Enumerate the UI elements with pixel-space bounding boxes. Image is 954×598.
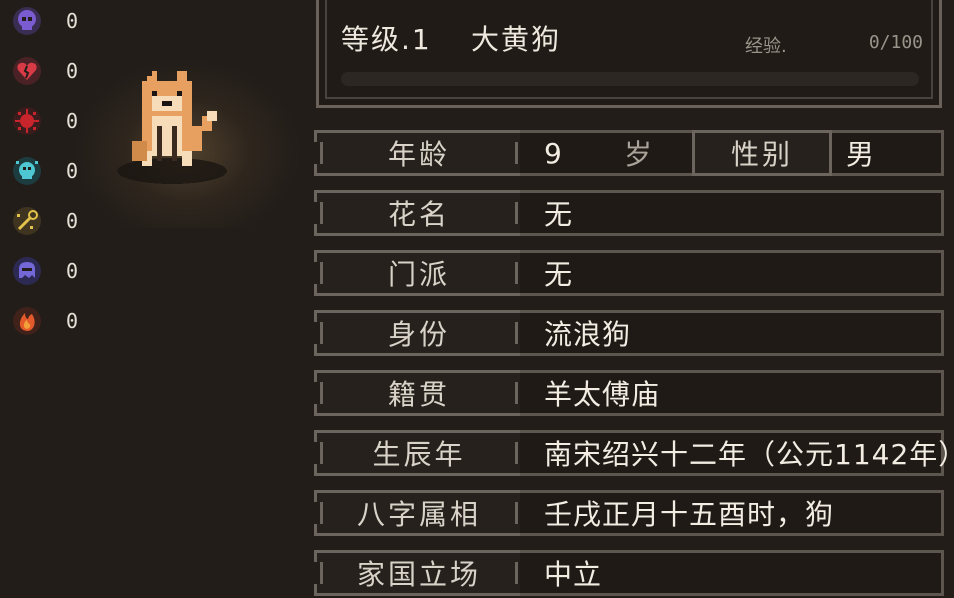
allegiance-label: 家国立场	[312, 550, 526, 596]
gender-label: 性别	[692, 130, 832, 176]
hometown-label: 籍贯	[312, 370, 526, 416]
gender-value: 男	[846, 138, 875, 171]
red-virus-icon	[10, 104, 44, 138]
status-effect-row[interactable]: 0	[10, 104, 78, 138]
sect-label: 门派	[312, 250, 526, 296]
sect-value: 无	[544, 258, 574, 291]
exp-label: 经验.	[745, 36, 787, 57]
yellow-needle-icon	[10, 204, 44, 238]
status-count: 0	[66, 309, 79, 333]
identity-label: 身份	[312, 310, 526, 356]
nickname-value: 无	[544, 198, 574, 231]
birth-year-value: 南宋绍兴十二年（公元1142年）	[544, 438, 954, 471]
cyan-skull-icon	[10, 154, 44, 188]
field-row-identity: 身份 流浪狗	[312, 310, 944, 358]
status-count: 0	[66, 9, 79, 33]
bazi-label: 八字属相	[312, 490, 526, 536]
dog-character-sprite[interactable]	[112, 66, 242, 190]
character-name: 大黄狗	[471, 23, 562, 56]
status-effect-row[interactable]: 0	[10, 304, 78, 338]
field-row-birth-year: 生辰年 南宋绍兴十二年（公元1142年）	[312, 430, 954, 478]
field-row-age-gender: 年龄 9 岁 性别 男	[312, 130, 944, 178]
field-row-hometown: 籍贯 羊太傅庙	[312, 370, 944, 418]
status-effect-row[interactable]: 0	[10, 204, 78, 238]
field-row-nickname: 花名 无	[312, 190, 944, 238]
broken-heart-icon	[10, 54, 44, 88]
field-row-bazi: 八字属相 壬戌正月十五酉时，狗	[312, 490, 944, 538]
identity-value: 流浪狗	[544, 318, 632, 351]
status-effect-row[interactable]: 0	[10, 254, 78, 288]
level-label: 等级.1	[341, 23, 432, 56]
level-header-panel: 等级.1 大黄狗 经验. 0/100	[316, 0, 942, 108]
age-unit: 岁	[624, 138, 653, 171]
status-effect-row[interactable]: 0	[10, 54, 78, 88]
status-effect-row[interactable]: 0	[10, 4, 78, 38]
purple-ghost-icon	[10, 254, 44, 288]
field-row-sect: 门派 无	[312, 250, 944, 298]
status-effect-row[interactable]: 0	[10, 154, 78, 188]
field-value-frame	[520, 190, 944, 236]
exp-progress-bar	[341, 72, 919, 86]
field-value-frame	[520, 250, 944, 296]
status-count: 0	[66, 259, 79, 283]
nickname-label: 花名	[312, 190, 526, 236]
bazi-value: 壬戌正月十五酉时，狗	[544, 498, 835, 531]
birth-year-label: 生辰年	[312, 430, 526, 476]
age-label: 年龄	[312, 130, 526, 176]
fire-icon	[10, 304, 44, 338]
exp-value: 0/100	[868, 32, 923, 53]
allegiance-value: 中立	[544, 558, 603, 591]
purple-skull-icon	[10, 4, 44, 38]
hometown-value: 羊太傅庙	[544, 378, 661, 411]
age-value: 9	[544, 136, 563, 170]
